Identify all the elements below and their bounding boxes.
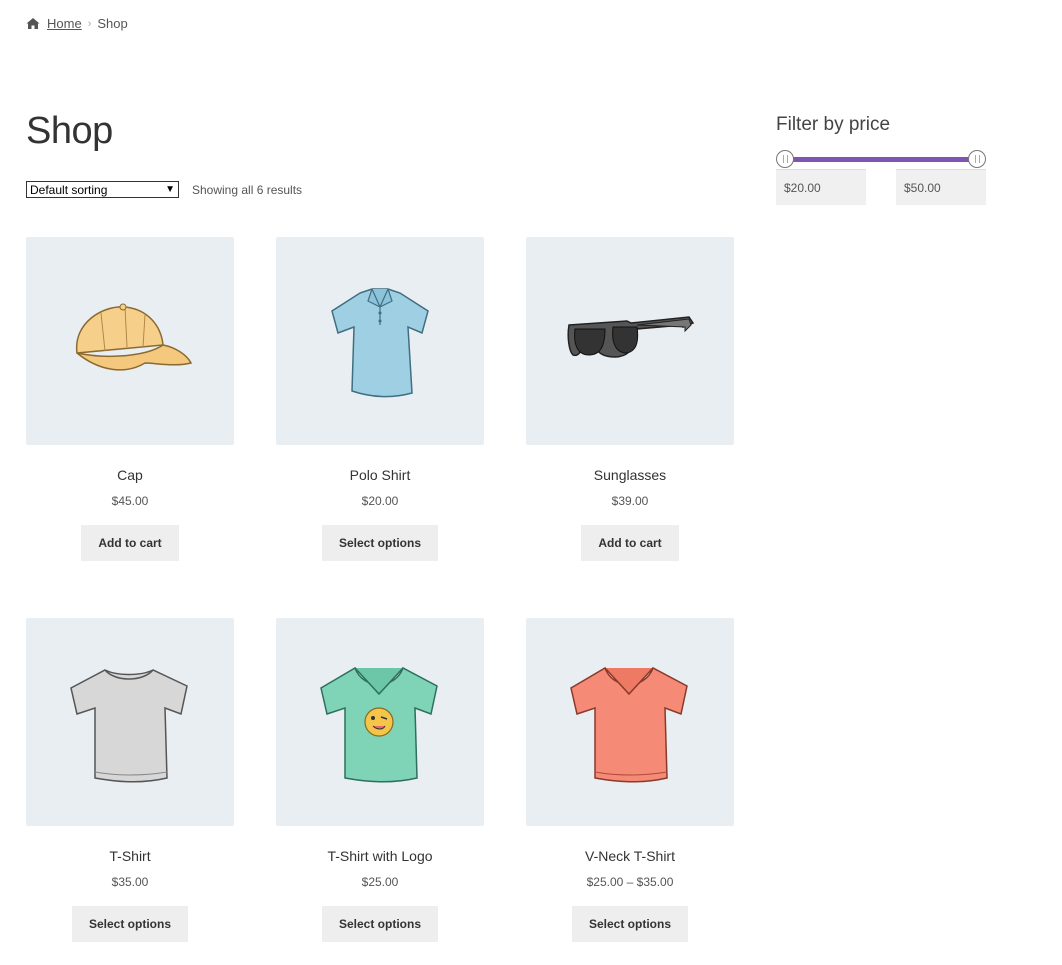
price-inputs: [776, 169, 986, 205]
add-to-cart-button[interactable]: Add to cart: [81, 525, 179, 561]
result-count: Showing all 6 results: [192, 182, 303, 197]
product-name[interactable]: T-Shirt: [26, 848, 234, 864]
product-card: T-Shirt with Logo $25.00 Select options: [276, 618, 484, 942]
product-name[interactable]: Polo Shirt: [276, 467, 484, 483]
product-price: $25.00: [361, 875, 399, 889]
select-options-button[interactable]: Select options: [321, 525, 438, 561]
shop-toolbar: Default sorting ▼ Showing all 6 results: [26, 181, 302, 198]
product-name[interactable]: Sunglasses: [526, 467, 734, 483]
select-options-button[interactable]: Select options: [571, 906, 688, 942]
product-image-t-shirt[interactable]: [26, 618, 234, 826]
product-card: Cap $45.00 Add to cart: [26, 237, 234, 561]
product-card: Sunglasses $39.00 Add to cart: [526, 237, 734, 561]
product-name[interactable]: Cap: [26, 467, 234, 483]
sort-select-value: Default sorting: [30, 182, 108, 197]
breadcrumb-current: Shop: [97, 16, 128, 31]
price-range-slider[interactable]: [776, 150, 986, 168]
select-options-button[interactable]: Select options: [321, 906, 438, 942]
sort-select[interactable]: Default sorting ▼: [26, 181, 179, 198]
product-price: $45.00: [111, 494, 149, 508]
product-image-cap[interactable]: [26, 237, 234, 445]
price-range-track: [784, 157, 978, 162]
product-card: V-Neck T-Shirt $25.00 – $35.00 Select op…: [526, 618, 734, 942]
product-name[interactable]: V-Neck T-Shirt: [526, 848, 734, 864]
select-options-button[interactable]: Select options: [71, 906, 188, 942]
min-price-input[interactable]: [776, 169, 866, 205]
product-price: $39.00: [611, 494, 649, 508]
product-image-v-neck-t-shirt[interactable]: [526, 618, 734, 826]
max-price-input[interactable]: [896, 169, 986, 205]
product-name[interactable]: T-Shirt with Logo: [276, 848, 484, 864]
product-image-polo-shirt[interactable]: [276, 237, 484, 445]
max-price-handle[interactable]: [968, 150, 986, 168]
min-price-handle[interactable]: [776, 150, 794, 168]
chevron-down-icon: ▼: [165, 184, 175, 195]
product-price: $20.00: [361, 494, 399, 508]
price-filter-widget: Filter by price: [776, 114, 986, 205]
product-image-sunglasses[interactable]: [526, 237, 734, 445]
product-price: $25.00 – $35.00: [586, 875, 674, 889]
home-icon: [26, 17, 40, 30]
breadcrumb-separator: ›: [87, 17, 92, 30]
product-card: T-Shirt $35.00 Select options: [26, 618, 234, 942]
product-price: $35.00: [111, 875, 149, 889]
product-image-t-shirt-with-logo[interactable]: [276, 618, 484, 826]
breadcrumb-home-link[interactable]: Home: [47, 16, 82, 31]
breadcrumb: Home › Shop: [26, 16, 128, 31]
page-title: Shop: [26, 110, 113, 152]
product-card: Polo Shirt $20.00 Select options: [276, 237, 484, 561]
widget-title: Filter by price: [776, 114, 891, 135]
add-to-cart-button[interactable]: Add to cart: [581, 525, 679, 561]
